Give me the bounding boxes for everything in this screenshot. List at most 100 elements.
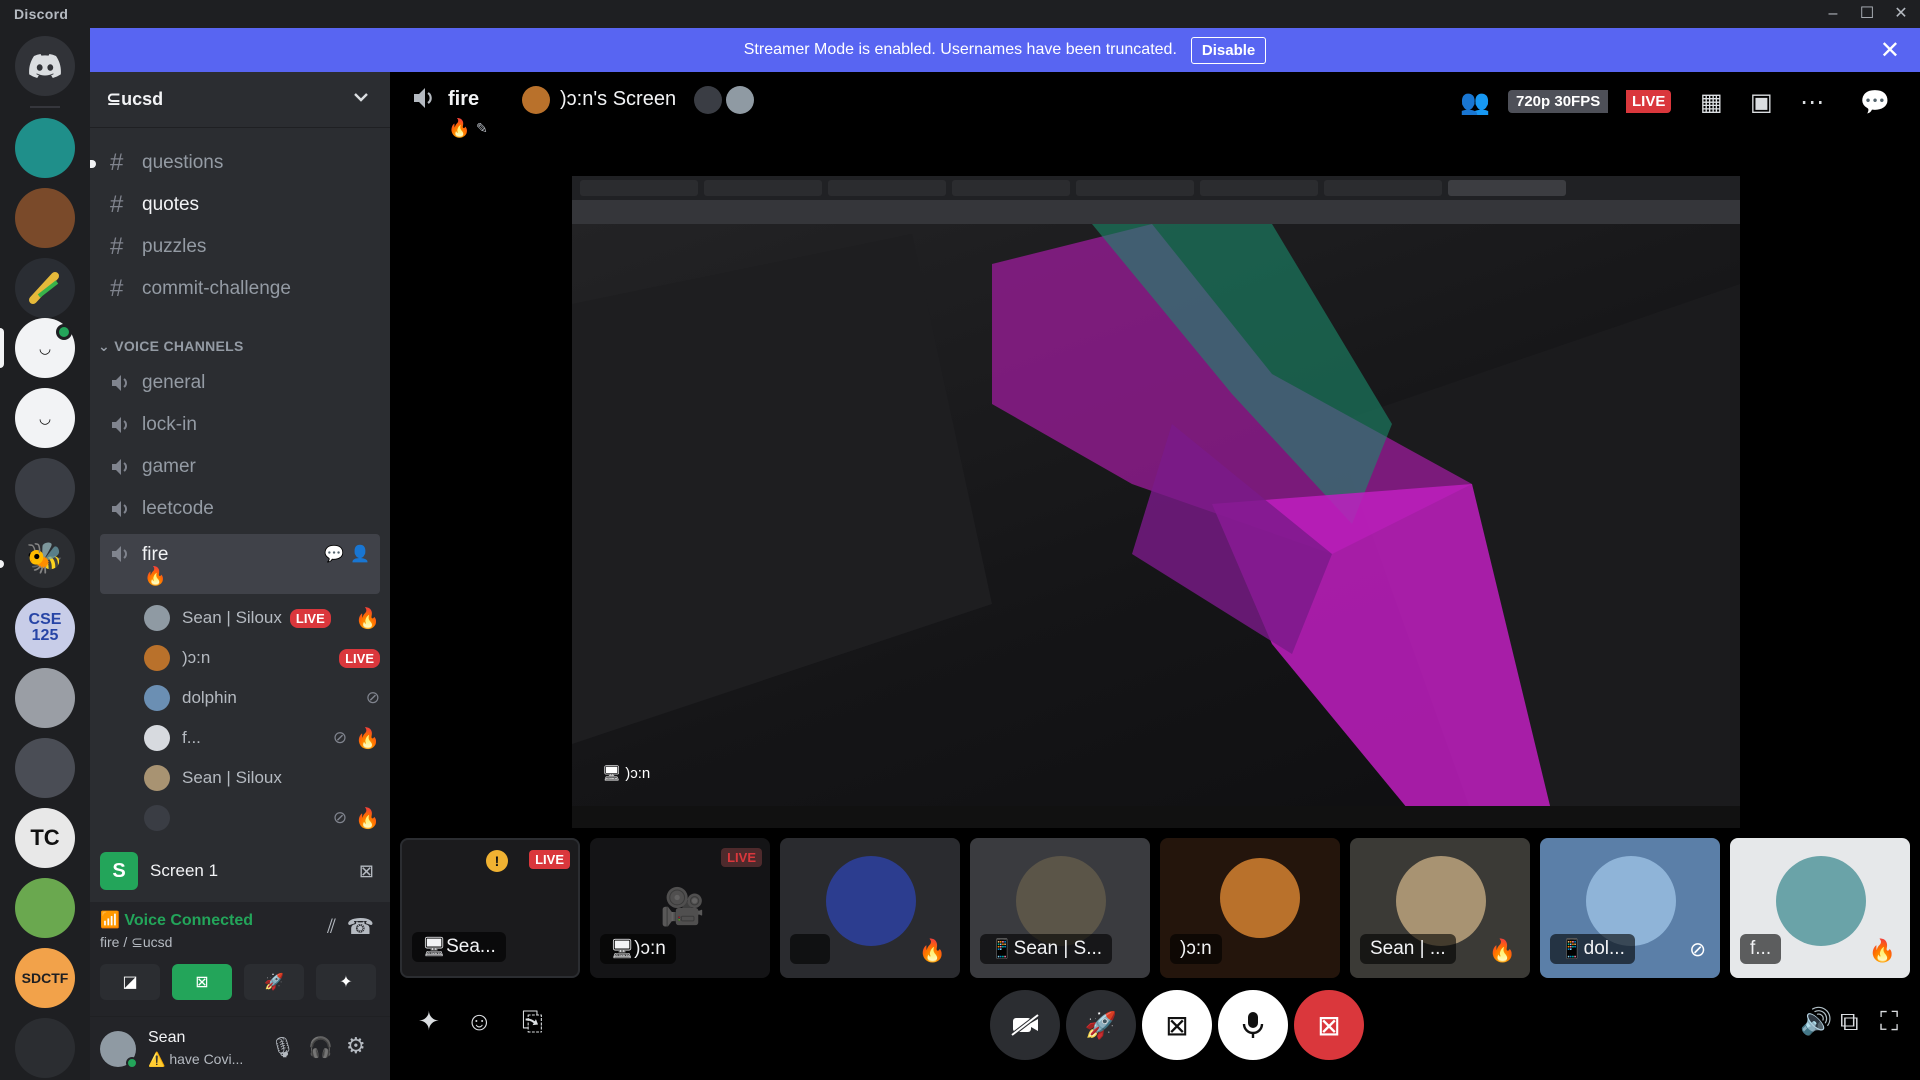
- hash-icon: #: [110, 233, 124, 260]
- server-icon[interactable]: [15, 668, 75, 728]
- tc-server-icon[interactable]: TC: [15, 808, 75, 868]
- category-voice-channels[interactable]: ⌄ VOICE CHANNELS: [98, 338, 244, 355]
- participant-tile[interactable]: ⌄ )ɔ:n: [1160, 838, 1340, 978]
- screen-share-row[interactable]: S Screen 1 ⊠: [90, 844, 390, 898]
- activity-rocket-button[interactable]: 🚀: [244, 964, 304, 1000]
- user-status: ⚠️ have Covi...: [148, 1051, 244, 1067]
- user-name: dolphin: [182, 688, 237, 707]
- activity-rocket-button[interactable]: 🚀: [1066, 990, 1136, 1060]
- voice-user[interactable]: Sean | Siloux: [144, 760, 380, 796]
- user-name: f...: [182, 728, 201, 747]
- voice-connected-label[interactable]: 📶 Voice Connected: [100, 910, 253, 930]
- noise-suppression-icon[interactable]: ⫽: [327, 916, 336, 939]
- participant-tile[interactable]: LIVE 🎥 🖥 )ɔ:n: [590, 838, 770, 978]
- bee-server-icon[interactable]: 🐝: [15, 528, 75, 588]
- screen-share-button[interactable]: ⊠: [172, 964, 232, 1000]
- emoji-icon[interactable]: ☺: [466, 1006, 493, 1037]
- participant-tile[interactable]: 🔥 Sean | ...: [1350, 838, 1530, 978]
- soundboard-icon[interactable]: ✦: [418, 1006, 440, 1037]
- bookmark-icon[interactable]: ⎘: [522, 1006, 543, 1038]
- fire-emoji: 🔥: [144, 566, 167, 586]
- soundboard-button[interactable]: ✦: [316, 964, 376, 1000]
- cse125-server-icon[interactable]: CSE 125: [15, 598, 75, 658]
- tile-label: 🖥 Sea...: [412, 932, 506, 962]
- stop-screen-icon[interactable]: ⊠: [359, 861, 374, 882]
- server-icon[interactable]: [15, 188, 75, 248]
- discord-home-icon[interactable]: [15, 36, 75, 96]
- popout-icon[interactable]: ⧉: [1840, 1006, 1859, 1038]
- viewer-avatar: [694, 86, 722, 114]
- avatar: [144, 645, 170, 671]
- grid-layout-icon[interactable]: ▦: [1700, 88, 1723, 117]
- screen-avatar: S: [100, 852, 138, 890]
- tile-label: 📱 dol...: [1550, 934, 1635, 964]
- mic-icon[interactable]: 🎙: [270, 1035, 295, 1060]
- more-icon[interactable]: ⋯: [1800, 88, 1824, 117]
- channel-quotes[interactable]: # quotes: [100, 186, 380, 224]
- stream-video[interactable]: 🖥 )ɔ:n: [572, 176, 1740, 828]
- participant-tile[interactable]: ⊘ 📱 dol...: [1540, 838, 1720, 978]
- hash-icon: #: [110, 191, 124, 218]
- server-icon[interactable]: [15, 878, 75, 938]
- channel-label: puzzles: [142, 236, 207, 257]
- participant-tile[interactable]: 🔥: [780, 838, 960, 978]
- participant-tile[interactable]: 🔥 f...: [1730, 838, 1910, 978]
- invite-icon[interactable]: 👤: [350, 544, 370, 564]
- avatar: [144, 765, 170, 791]
- stream-title: )ɔ:n's Screen: [560, 88, 677, 110]
- voice-user[interactable]: Sean | Siloux LIVE 🔥: [144, 600, 380, 636]
- sdctf-server-icon[interactable]: SDCTF: [15, 948, 75, 1008]
- maximize-icon[interactable]: ☐: [1854, 2, 1880, 26]
- volume-icon[interactable]: 🔊: [1800, 1006, 1832, 1037]
- stop-stream-button[interactable]: ⊠: [1142, 990, 1212, 1060]
- fire-emoji: 🔥: [448, 118, 471, 138]
- voice-channel-leetcode[interactable]: leetcode: [100, 490, 380, 528]
- server-icon[interactable]: [15, 738, 75, 798]
- tile-name: Sean | S...: [1013, 938, 1103, 959]
- avatar: [144, 685, 170, 711]
- server-rail: ◡ ◡ 🐝 CSE 125 TC SDCTF: [0, 28, 90, 1080]
- channel-commit-challenge[interactable]: # commit-challenge: [100, 270, 380, 308]
- muted-mic-icon: ⊘: [365, 688, 380, 707]
- voice-user[interactable]: dolphin ⊘: [144, 680, 380, 716]
- headphones-icon[interactable]: 🎧: [308, 1035, 333, 1060]
- popout-icon[interactable]: ▣: [1750, 88, 1773, 117]
- gear-icon[interactable]: ⚙: [346, 1033, 366, 1059]
- server-icon[interactable]: [15, 1018, 75, 1078]
- voice-user[interactable]: )ɔ:n LIVE: [144, 640, 380, 676]
- camera-off-button[interactable]: [990, 990, 1060, 1060]
- participant-tile[interactable]: 📱 Sean | S...: [970, 838, 1150, 978]
- minimize-icon[interactable]: –: [1820, 2, 1846, 26]
- disconnect-icon[interactable]: ☎: [347, 914, 374, 940]
- server-icon[interactable]: [15, 258, 75, 318]
- channel-questions[interactable]: # questions: [100, 144, 380, 182]
- chat-icon[interactable]: 💬: [1860, 88, 1890, 117]
- guild-header[interactable]: ⊆ucsd: [90, 72, 390, 128]
- pencil-icon[interactable]: ✎: [476, 120, 488, 137]
- voice-user[interactable]: f... ⊘ 🔥: [144, 720, 380, 756]
- voice-user[interactable]: ⊘ 🔥: [144, 800, 380, 836]
- server-icon[interactable]: ◡: [15, 388, 75, 448]
- leave-call-button[interactable]: ⊠: [1294, 990, 1364, 1060]
- channel-label: lock-in: [142, 414, 197, 435]
- voice-channel-lock-in[interactable]: lock-in: [100, 406, 380, 444]
- live-badge: LIVE: [289, 608, 331, 628]
- voice-channel-general[interactable]: general: [100, 364, 380, 402]
- chat-icon[interactable]: 💬: [324, 544, 344, 564]
- server-icon[interactable]: [15, 458, 75, 518]
- mic-button[interactable]: [1218, 990, 1288, 1060]
- participant-tile[interactable]: LIVE ! 🖥 Sea...: [400, 838, 580, 978]
- guild-name: ⊆ucsd: [106, 89, 164, 109]
- voice-location: fire / ⊆ucsd: [100, 934, 173, 950]
- fullscreen-icon[interactable]: ⛶: [1880, 1006, 1898, 1038]
- camera-off-button[interactable]: ◪: [100, 964, 160, 1000]
- voice-channel-gamer[interactable]: gamer: [100, 448, 380, 486]
- close-icon[interactable]: ✕: [1880, 36, 1900, 65]
- overlay-name-text: )ɔ:n: [625, 765, 651, 782]
- voice-channel-fire[interactable]: fire 🔥 💬 👤: [100, 534, 380, 594]
- channel-puzzles[interactable]: # puzzles: [100, 228, 380, 266]
- server-icon[interactable]: [15, 118, 75, 178]
- disable-button[interactable]: Disable: [1190, 36, 1267, 64]
- add-user-icon[interactable]: 👥: [1460, 88, 1490, 117]
- close-window-icon[interactable]: ✕: [1888, 2, 1914, 26]
